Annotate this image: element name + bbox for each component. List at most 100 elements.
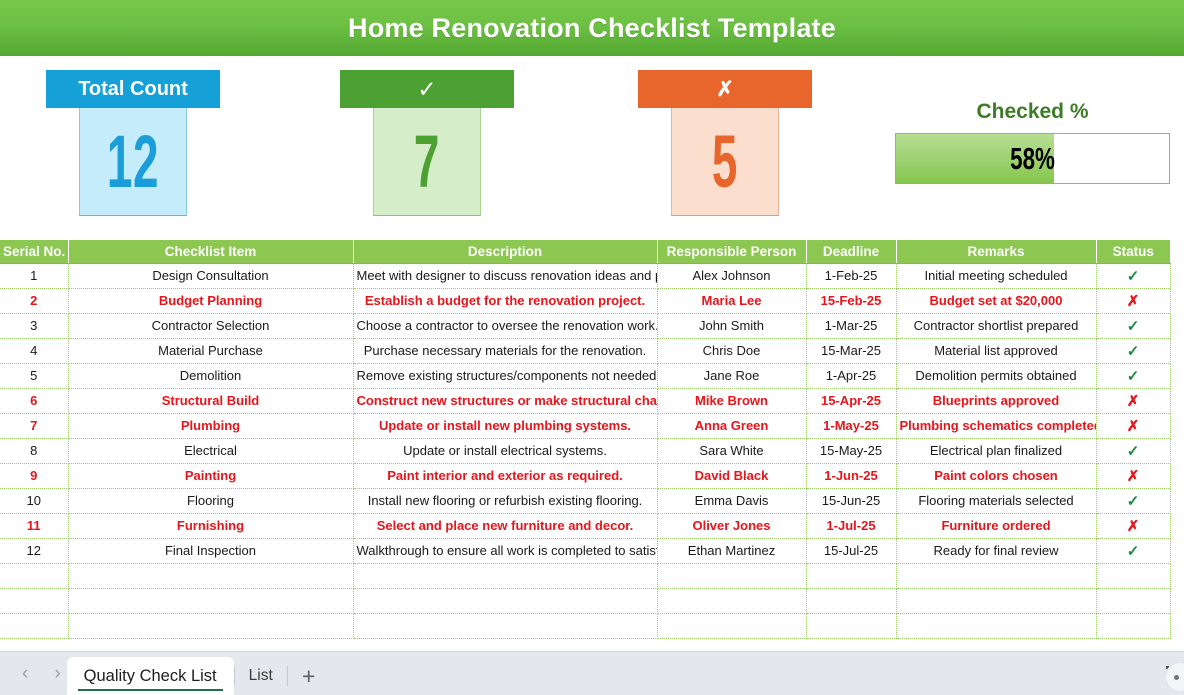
add-sheet-button[interactable]: +	[288, 657, 330, 695]
cell-serial[interactable]: 10	[0, 488, 69, 514]
cell-item[interactable]: Electrical	[68, 438, 354, 464]
cell-item[interactable]: Material Purchase	[68, 338, 354, 364]
cell-status[interactable]: ✗	[1096, 288, 1171, 314]
cell-serial[interactable]: 12	[0, 538, 69, 564]
cell-item[interactable]: Budget Planning	[68, 288, 354, 314]
cell-item[interactable]: Flooring	[68, 488, 354, 514]
table-row-empty[interactable]	[0, 563, 1171, 589]
cell-item[interactable]: Contractor Selection	[68, 313, 354, 339]
cell-item[interactable]: Demolition	[68, 363, 354, 389]
cell-deadline[interactable]: 1-Apr-25	[806, 363, 897, 389]
cell-person[interactable]: Oliver Jones	[657, 513, 807, 539]
cell-person[interactable]: Ethan Martinez	[657, 538, 807, 564]
cell-remarks[interactable]: Contractor shortlist prepared	[896, 313, 1097, 339]
table-row[interactable]: 11 Furnishing Select and place new furnitu…	[0, 513, 1171, 539]
cell-status[interactable]: ✓	[1096, 488, 1171, 514]
cell-person[interactable]	[657, 588, 807, 614]
cell-status[interactable]: ✓	[1096, 538, 1171, 564]
table-row[interactable]: 4 Material Purchase Purchase necessary mat…	[0, 338, 1171, 364]
cell-item[interactable]	[68, 613, 354, 639]
cell-description[interactable]: Choose a contractor to oversee the renov…	[353, 313, 658, 339]
cell-person[interactable]: Sara White	[657, 438, 807, 464]
cell-serial[interactable]: 6	[0, 388, 69, 414]
cell-serial[interactable]	[0, 613, 69, 639]
cell-serial[interactable]	[0, 588, 69, 614]
cell-status[interactable]: ✓	[1096, 338, 1171, 364]
cell-serial[interactable]: 7	[0, 413, 69, 439]
column-header-serial[interactable]: Serial No.	[0, 240, 69, 264]
cell-status[interactable]	[1096, 613, 1171, 639]
table-row[interactable]: 1 Design Consultation Meet with designer t…	[0, 263, 1171, 289]
cell-item[interactable]: Painting	[68, 463, 354, 489]
cell-deadline[interactable]	[806, 563, 897, 589]
cell-status[interactable]: ✗	[1096, 388, 1171, 414]
table-row[interactable]: 7 Plumbing Update or install new plumbing …	[0, 413, 1171, 439]
cell-remarks[interactable]: Plumbing schematics completed	[896, 413, 1097, 439]
cell-deadline[interactable]: 15-May-25	[806, 438, 897, 464]
cell-status[interactable]: ✓	[1096, 438, 1171, 464]
cell-status[interactable]	[1096, 588, 1171, 614]
cell-person[interactable]: Mike Brown	[657, 388, 807, 414]
cell-person[interactable]: Emma Davis	[657, 488, 807, 514]
cell-person[interactable]	[657, 563, 807, 589]
cell-description[interactable]: Update or install electrical systems.	[353, 438, 658, 464]
cell-deadline[interactable]: 1-Jul-25	[806, 513, 897, 539]
table-row[interactable]: 6 Structural Build Construct new structure…	[0, 388, 1171, 414]
column-header-person[interactable]: Responsible Person	[657, 240, 807, 264]
cell-item[interactable]: Plumbing	[68, 413, 354, 439]
cell-deadline[interactable]: 15-Jun-25	[806, 488, 897, 514]
table-row[interactable]: 5 Demolition Remove existing structures/co…	[0, 363, 1171, 389]
cell-description[interactable]: Purchase necessary materials for the ren…	[353, 338, 658, 364]
cell-status[interactable]: ✗	[1096, 463, 1171, 489]
cell-deadline[interactable]	[806, 588, 897, 614]
cell-description[interactable]: Construct new structures or make structu…	[353, 388, 658, 414]
cell-serial[interactable]: 2	[0, 288, 69, 314]
cell-person[interactable]: Chris Doe	[657, 338, 807, 364]
table-row[interactable]: 10 Flooring Install new flooring or refurb…	[0, 488, 1171, 514]
cell-serial[interactable]: 1	[0, 263, 69, 289]
cell-serial[interactable]: 5	[0, 363, 69, 389]
cell-serial[interactable]: 3	[0, 313, 69, 339]
cell-serial[interactable]: 9	[0, 463, 69, 489]
cell-remarks[interactable]: Furniture ordered	[896, 513, 1097, 539]
column-header-remarks[interactable]: Remarks	[896, 240, 1097, 264]
cell-status[interactable]: ✓	[1096, 313, 1171, 339]
table-row[interactable]: 2 Budget Planning Establish a budget for t…	[0, 288, 1171, 314]
cell-remarks[interactable]	[896, 588, 1097, 614]
cell-deadline[interactable]: 15-Jul-25	[806, 538, 897, 564]
cell-deadline[interactable]: 15-Mar-25	[806, 338, 897, 364]
cell-deadline[interactable]: 1-Feb-25	[806, 263, 897, 289]
cell-serial[interactable]: 8	[0, 438, 69, 464]
cell-description[interactable]	[353, 613, 658, 639]
cell-status[interactable]: ✗	[1096, 413, 1171, 439]
cell-person[interactable]: David Black	[657, 463, 807, 489]
cell-description[interactable]: Walkthrough to ensure all work is comple…	[353, 538, 658, 564]
table-row[interactable]: 3 Contractor Selection Choose a contractor…	[0, 313, 1171, 339]
table-row[interactable]: 9 Painting Paint interior and exterior as …	[0, 463, 1171, 489]
cell-item[interactable]	[68, 588, 354, 614]
cell-person[interactable]	[657, 613, 807, 639]
cell-item[interactable]: Furnishing	[68, 513, 354, 539]
cell-status[interactable]: ✗	[1096, 513, 1171, 539]
cell-deadline[interactable]: 1-Jun-25	[806, 463, 897, 489]
cell-description[interactable]: Paint interior and exterior as required.	[353, 463, 658, 489]
cell-remarks[interactable]	[896, 563, 1097, 589]
column-header-description[interactable]: Description	[353, 240, 658, 264]
cell-person[interactable]: Alex Johnson	[657, 263, 807, 289]
column-header-status[interactable]: Status	[1096, 240, 1170, 264]
cell-remarks[interactable]: Paint colors chosen	[896, 463, 1097, 489]
cell-description[interactable]: Remove existing structures/components no…	[353, 363, 658, 389]
sheet-tab-list[interactable]: List	[233, 657, 288, 695]
cell-serial[interactable]: 11	[0, 513, 69, 539]
cell-remarks[interactable]	[896, 613, 1097, 639]
cell-deadline[interactable]: 1-May-25	[806, 413, 897, 439]
chevron-left-icon[interactable]: ‹	[22, 664, 28, 683]
table-row[interactable]: 12 Final Inspection Walkthrough to ensure …	[0, 538, 1171, 564]
table-row-empty[interactable]	[0, 588, 1171, 614]
cell-person[interactable]: John Smith	[657, 313, 807, 339]
cell-deadline[interactable]: 15-Feb-25	[806, 288, 897, 314]
cell-item[interactable]: Structural Build	[68, 388, 354, 414]
cell-remarks[interactable]: Electrical plan finalized	[896, 438, 1097, 464]
cell-status[interactable]	[1096, 563, 1171, 589]
cell-description[interactable]	[353, 588, 658, 614]
